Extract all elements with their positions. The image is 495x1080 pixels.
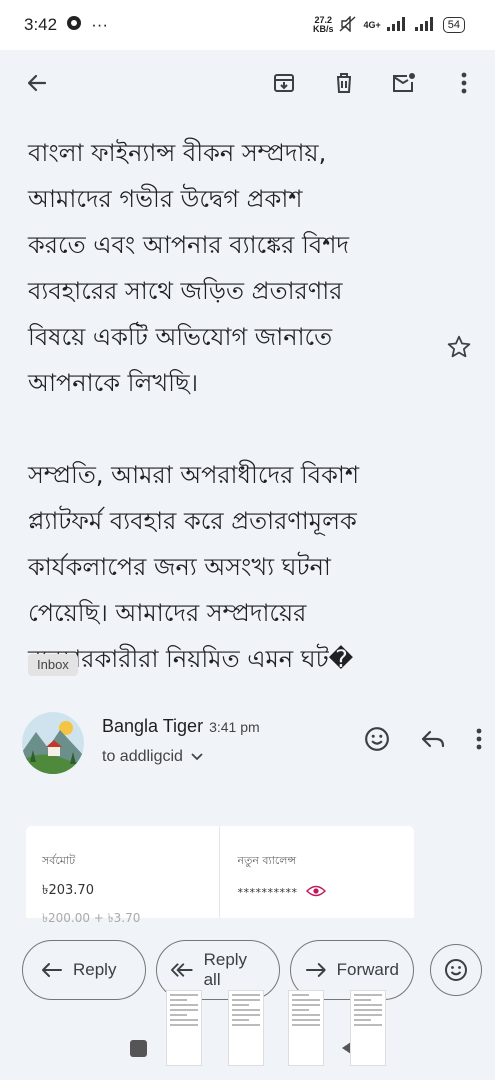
- trash-icon[interactable]: [331, 70, 357, 96]
- email-paragraph: সম্প্রতি, আমরা অপরাধীদের বিকাশ প্ল্যাটফর…: [28, 461, 360, 673]
- reply-all-icon: [171, 963, 193, 977]
- email-paragraph: বাংলা ফাইন্যান্স বীকন সম্প্রদায়, আমাদের…: [28, 139, 350, 397]
- total-section: সর্বমোট ৳203.70 ৳200.00 + ৳3.70: [26, 826, 219, 925]
- toolbar: [0, 50, 495, 116]
- more-notifications-indicator: ···: [91, 15, 109, 34]
- sender-name: Bangla Tiger 3:41 pm: [102, 716, 260, 736]
- screenshot-thumbnail[interactable]: [350, 990, 386, 1066]
- more-vert-icon[interactable]: [476, 728, 482, 754]
- inbox-label[interactable]: Inbox: [28, 654, 78, 676]
- chevron-down-icon: [191, 748, 203, 766]
- message-time: 3:41 pm: [209, 719, 260, 735]
- more-vert-icon[interactable]: [451, 70, 477, 96]
- total-value: ৳203.70: [42, 883, 94, 898]
- status-left: 3:42 ···: [24, 14, 108, 37]
- star-icon[interactable]: [446, 334, 472, 360]
- signal-icon-2: [414, 16, 437, 34]
- net-speed: 27.2 KB/s: [312, 15, 334, 34]
- total-breakdown: ৳200.00 + ৳3.70: [42, 911, 141, 925]
- reply-icon[interactable]: [420, 728, 446, 754]
- balance-section: নতুন ব্যালেন্স **********: [218, 826, 415, 918]
- mute-icon: [339, 14, 357, 35]
- reply-label: Reply: [73, 960, 117, 979]
- arrow-left-icon[interactable]: [24, 70, 50, 96]
- reply-icon: [42, 963, 62, 977]
- add-reaction-icon[interactable]: [364, 726, 390, 756]
- status-right: 27.2 KB/s 4G+ 54: [312, 14, 465, 35]
- screenshot-thumbnail[interactable]: [228, 990, 264, 1066]
- screenshot-thumbnail[interactable]: [166, 990, 202, 1066]
- screenshot-thumbnail[interactable]: [288, 990, 324, 1066]
- mark-unread-icon[interactable]: [391, 70, 417, 96]
- status-bar: 3:42 ··· 27.2 KB/s 4G+ 54: [0, 0, 495, 50]
- recipients-toggle[interactable]: to addligcid: [102, 748, 203, 766]
- forward-label: Forward: [336, 960, 399, 979]
- email-body: বাংলা ফাইন্যান্স বীকন সম্প্রদায়, আমাদের…: [28, 116, 428, 682]
- recent-apps-icon[interactable]: [130, 1040, 147, 1057]
- reply-button[interactable]: Reply: [22, 940, 146, 1000]
- notification-icon: [65, 14, 83, 37]
- signal-icon: [386, 16, 409, 34]
- balance-label: নতুন ব্যালেন্স: [237, 854, 297, 867]
- add-reaction-button[interactable]: [430, 944, 482, 996]
- message-header[interactable]: Bangla Tiger 3:41 pm to addligcid: [22, 712, 482, 776]
- total-label: সর্বমোট: [42, 854, 76, 867]
- battery-icon: 54: [442, 17, 465, 33]
- add-reaction-icon: [445, 959, 467, 981]
- transaction-card: সর্বমোট ৳203.70 ৳200.00 + ৳3.70 নতুন ব্য…: [26, 826, 415, 925]
- eye-icon[interactable]: [305, 885, 326, 900]
- forward-icon: [305, 963, 326, 977]
- network-type: 4G+: [363, 20, 381, 30]
- archive-icon[interactable]: [271, 70, 297, 96]
- avatar[interactable]: [22, 712, 84, 774]
- balance-masked: **********: [238, 885, 415, 900]
- reply-all-label: Reply all: [203, 950, 248, 989]
- clock: 3:42: [24, 15, 58, 34]
